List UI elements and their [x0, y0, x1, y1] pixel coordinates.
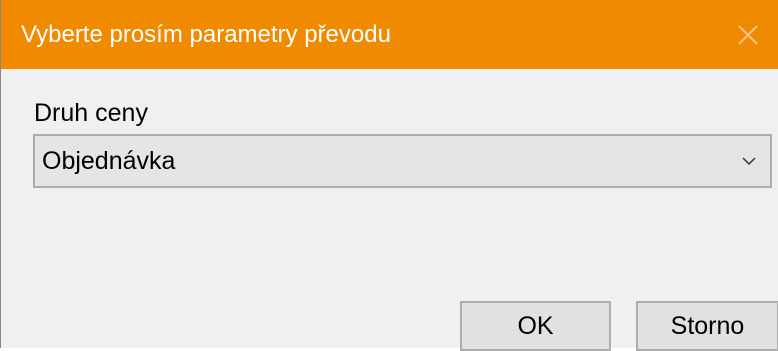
cancel-button[interactable]: Storno [636, 301, 778, 351]
price-type-selected-value: Objednávka [42, 147, 176, 175]
ok-button[interactable]: OK [460, 301, 611, 351]
price-type-label: Druh ceny [34, 99, 148, 127]
conversion-parameters-dialog: Vyberte prosím parametry převodu Druh ce… [0, 0, 778, 351]
price-type-select[interactable]: Objednávka [33, 134, 772, 188]
chevron-down-icon [741, 154, 757, 168]
dialog-title-bar[interactable]: Vyberte prosím parametry převodu [1, 0, 778, 69]
close-icon[interactable] [735, 22, 761, 48]
dialog-title: Vyberte prosím parametry převodu [21, 21, 391, 48]
